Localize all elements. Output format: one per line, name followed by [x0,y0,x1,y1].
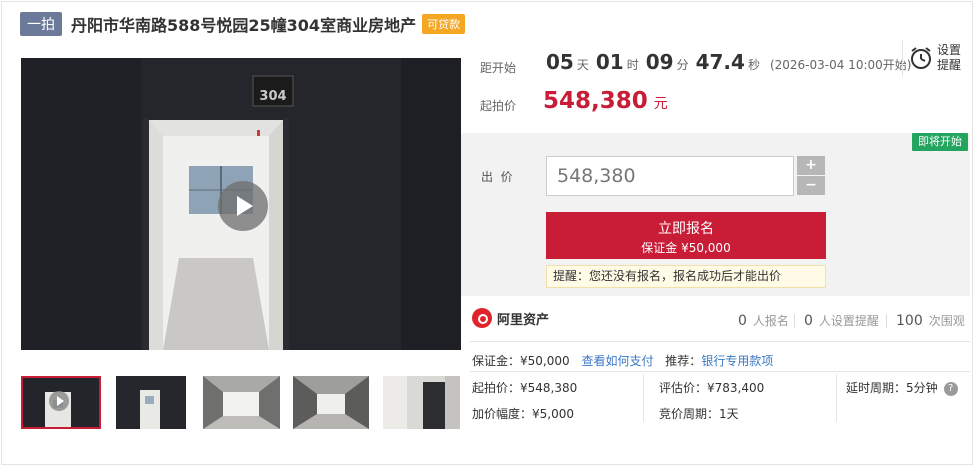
thumbnail-play-icon [49,391,69,411]
main-photo[interactable]: 304 [21,58,461,350]
deposit-info: 保证金：¥50,000 查看如何支付 推荐：银行专用款项 [472,354,774,368]
platform-logo[interactable]: 阿里资产 [472,308,549,328]
status-badge: 即将开始 [912,133,968,151]
days-unit: 天 [576,58,589,72]
minutes-unit: 分 [676,58,689,72]
thumbnail-2[interactable] [116,376,186,429]
bid-label: 出 价 [481,170,513,184]
stat-divider [794,314,795,328]
start-price-value: 548,380 [543,88,648,114]
bid-decrease-button[interactable]: − [797,176,825,195]
bank-funds-link[interactable]: 银行专用款项 [701,354,773,368]
thumbnail-1[interactable] [21,376,101,429]
loan-available-badge: 可贷款 [422,14,466,34]
countdown-seconds: 47.4 [695,50,745,74]
start-time: (2026-03-04 10:00开始) [769,58,912,72]
start-price: 548,380 元 [543,88,668,114]
signup-hint: 提醒：您还没有报名，报名成功后才能出价 [546,265,826,288]
countdown-minutes: 09 [645,50,674,74]
bid-increase-button[interactable]: + [797,156,825,175]
set-reminder-label: 设置提醒 [937,43,962,72]
thumbnail-3[interactable] [203,376,280,429]
countdown-days: 05 [546,50,574,74]
countdown-label: 距开始 [480,61,517,75]
column-divider [836,374,837,422]
page-title: 丹阳市华南路588号悦园25幢304室商业房地产 [71,16,417,35]
signup-label: 立即报名 [658,221,714,237]
increment-info: 加价幅度：¥5,000 [472,407,574,421]
help-icon[interactable]: ? [943,381,958,396]
signup-count: 0 人报名 [738,313,789,329]
divider [470,371,970,372]
hours-unit: 时 [626,58,639,72]
start-price-currency: 元 [653,96,668,112]
countdown-hours: 01 [595,50,624,74]
deposit-label: 保证金 ¥50,000 [641,241,731,255]
platform-name: 阿里资产 [497,312,550,328]
how-to-pay-link[interactable]: 查看如何支付 [581,354,653,368]
thumbnail-4[interactable] [293,376,369,429]
delay-period-info: 延时周期：5分钟? [846,379,958,396]
bid-period-info: 竞价周期：1天 [659,407,739,421]
view-count: 100 次围观 [896,313,965,329]
start-price-info: 起拍价：¥548,380 [472,381,578,395]
ali-assets-logo-icon [472,308,492,328]
start-price-label: 起拍价 [480,99,517,113]
thumbnail-5[interactable] [383,376,460,429]
svg-text:304: 304 [259,89,286,104]
column-divider [643,374,644,422]
title-row: 一拍 丹阳市华南路588号悦园25幢304室商业房地产 可贷款 [20,12,466,36]
seconds-unit: 秒 [747,58,760,72]
reminder-count: 0 人设置提醒 [804,313,879,329]
appraisal-info: 评估价：¥783,400 [659,381,765,395]
alarm-clock-icon [911,47,931,69]
play-video-button[interactable] [218,181,268,231]
bid-amount-input[interactable]: 548,380 [546,156,794,196]
countdown: 05 天 01 时 09 分 47.4 秒 (2026-03-04 10:00开… [546,50,911,74]
signup-button[interactable]: 立即报名 保证金 ¥50,000 [546,212,826,259]
set-reminder-button[interactable]: 设置提醒 [902,40,970,76]
first-auction-tag: 一拍 [20,12,62,36]
divider [470,341,970,342]
stat-divider [886,314,887,328]
